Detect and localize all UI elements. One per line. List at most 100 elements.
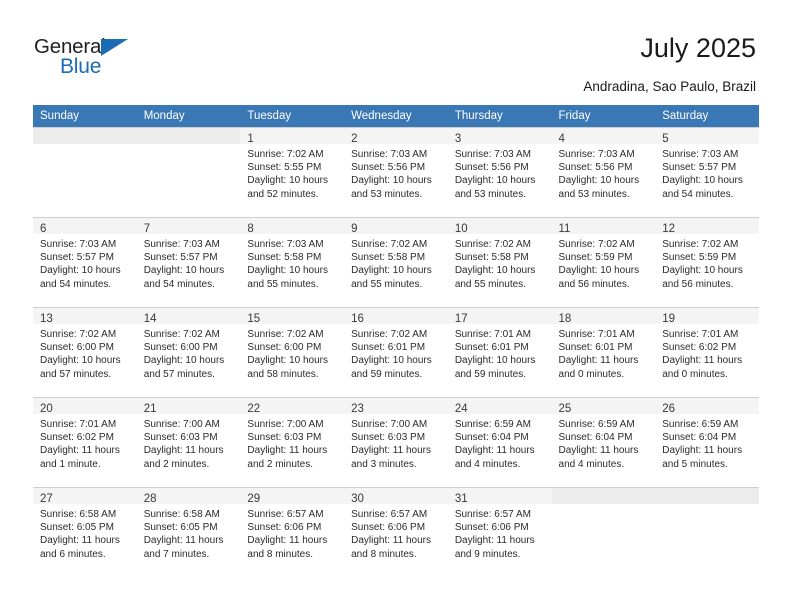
calendar-day[interactable]: 27 Sunrise: 6:58 AM Sunset: 6:05 PM Dayligh… xyxy=(33,487,137,577)
calendar-cell xyxy=(655,487,759,577)
day-sun-info: Sunrise: 7:03 AM Sunset: 5:57 PM Daylight:… xyxy=(33,234,137,291)
calendar-day[interactable]: 15 Sunrise: 7:02 AM Sunset: 6:00 PM Dayligh… xyxy=(240,307,345,397)
calendar-week-row: 13 Sunrise: 7:02 AM Sunset: 6:00 PM Dayligh… xyxy=(33,307,759,397)
calendar-day[interactable]: 21 Sunrise: 7:00 AM Sunset: 6:03 PM Dayligh… xyxy=(136,397,241,487)
daylight-text-line1: Daylight: 10 hours xyxy=(143,265,225,277)
day-sun-info: Sunrise: 7:03 AM Sunset: 5:56 PM Daylight:… xyxy=(448,144,552,201)
daylight-text-line1: Daylight: 11 hours xyxy=(454,535,535,547)
calendar-cell: 5 Sunrise: 7:03 AM Sunset: 5:57 PM Daylight… xyxy=(655,127,759,217)
sunrise-text: Sunrise: 7:03 AM xyxy=(558,149,635,160)
calendar-day[interactable]: 14 Sunrise: 7:02 AM Sunset: 6:00 PM Dayligh… xyxy=(136,307,241,397)
calendar-day[interactable]: 1 Sunrise: 7:02 AM Sunset: 5:55 PM Daylight… xyxy=(240,127,345,217)
sunrise-text: Sunrise: 7:00 AM xyxy=(351,419,428,430)
calendar-day[interactable]: 20 Sunrise: 7:01 AM Sunset: 6:02 PM Dayligh… xyxy=(33,397,137,487)
calendar-day[interactable]: 16 Sunrise: 7:02 AM Sunset: 6:01 PM Dayligh… xyxy=(344,307,448,397)
day-number-bar: 30 xyxy=(344,488,448,505)
sunset-text: Sunset: 6:03 PM xyxy=(247,432,322,444)
day-number-bar: 4 xyxy=(551,128,656,145)
sunset-text: Sunset: 6:00 PM xyxy=(247,342,322,354)
day-number-bar: 5 xyxy=(655,128,759,145)
daylight-text-line2: and 2 minutes. xyxy=(143,458,210,470)
sunrise-text: Sunrise: 6:58 AM xyxy=(143,509,220,520)
calendar-day[interactable]: 4 Sunrise: 7:03 AM Sunset: 5:56 PM Daylight… xyxy=(551,127,656,217)
day-number-bar: 10 xyxy=(447,218,552,235)
calendar-day[interactable]: 31 Sunrise: 6:57 AM Sunset: 6:06 PM Dayligh… xyxy=(447,487,552,577)
calendar-day[interactable]: 26 Sunrise: 6:59 AM Sunset: 6:04 PM Dayligh… xyxy=(655,397,759,487)
day-number-bar: 11 xyxy=(551,218,656,235)
sunrise-text: Sunrise: 7:02 AM xyxy=(40,329,117,340)
daylight-text-line2: and 4 minutes. xyxy=(558,458,625,470)
day-number: 6 xyxy=(40,223,47,235)
day-sun-info: Sunrise: 7:03 AM Sunset: 5:57 PM Daylight:… xyxy=(137,234,241,291)
calendar-day[interactable]: 11 Sunrise: 7:02 AM Sunset: 5:59 PM Dayligh… xyxy=(551,217,656,307)
calendar-day[interactable]: 6 Sunrise: 7:03 AM Sunset: 5:57 PM Daylight… xyxy=(33,217,137,307)
calendar-cell: 13 Sunrise: 7:02 AM Sunset: 6:00 PM Dayligh… xyxy=(33,307,137,397)
calendar-cell: 18 Sunrise: 7:01 AM Sunset: 6:01 PM Dayligh… xyxy=(551,307,656,397)
daylight-text-line1: Daylight: 11 hours xyxy=(40,535,120,547)
calendar-day[interactable]: 18 Sunrise: 7:01 AM Sunset: 6:01 PM Dayligh… xyxy=(551,307,656,397)
calendar-day[interactable]: 12 Sunrise: 7:02 AM Sunset: 5:59 PM Dayligh… xyxy=(655,217,759,307)
sunrise-text: Sunrise: 7:02 AM xyxy=(143,329,220,340)
calendar-day[interactable]: 23 Sunrise: 7:00 AM Sunset: 6:03 PM Dayligh… xyxy=(344,397,448,487)
calendar-cell: 1 Sunrise: 7:02 AM Sunset: 5:55 PM Daylight… xyxy=(240,127,345,217)
day-number-bar: 13 xyxy=(33,308,137,325)
day-sun-info: Sunrise: 7:03 AM Sunset: 5:56 PM Daylight:… xyxy=(552,144,656,201)
sunset-text: Sunset: 5:56 PM xyxy=(351,162,426,174)
daylight-text-line1: Daylight: 10 hours xyxy=(247,265,329,277)
daylight-text-line2: and 52 minutes. xyxy=(247,188,319,200)
sunset-text: Sunset: 5:59 PM xyxy=(662,252,737,264)
daylight-text-line2: and 54 minutes. xyxy=(662,188,734,200)
logo-text-blue: Blue xyxy=(60,55,102,78)
calendar-cell: 19 Sunrise: 7:01 AM Sunset: 6:02 PM Dayligh… xyxy=(655,307,759,397)
calendar-day[interactable]: 19 Sunrise: 7:01 AM Sunset: 6:02 PM Dayligh… xyxy=(655,307,759,397)
day-sun-info: Sunrise: 6:59 AM Sunset: 6:04 PM Daylight:… xyxy=(655,414,759,471)
calendar-day[interactable]: 25 Sunrise: 6:59 AM Sunset: 6:04 PM Dayligh… xyxy=(551,397,656,487)
calendar-day[interactable]: 3 Sunrise: 7:03 AM Sunset: 5:56 PM Daylight… xyxy=(447,127,552,217)
daylight-text-line1: Daylight: 11 hours xyxy=(558,445,639,457)
sunset-text: Sunset: 6:02 PM xyxy=(662,342,737,354)
day-number: 14 xyxy=(143,313,157,325)
calendar-day[interactable]: 10 Sunrise: 7:02 AM Sunset: 5:58 PM Dayligh… xyxy=(447,217,552,307)
day-number: 8 xyxy=(247,223,254,235)
calendar-day[interactable]: 24 Sunrise: 6:59 AM Sunset: 6:04 PM Dayligh… xyxy=(447,397,552,487)
calendar-day[interactable]: 28 Sunrise: 6:58 AM Sunset: 6:05 PM Dayligh… xyxy=(136,487,241,577)
calendar-day[interactable]: 2 Sunrise: 7:03 AM Sunset: 5:56 PM Daylight… xyxy=(344,127,448,217)
calendar-cell: 8 Sunrise: 7:03 AM Sunset: 5:58 PM Daylight… xyxy=(240,217,345,307)
calendar-day[interactable]: 9 Sunrise: 7:02 AM Sunset: 5:58 PM Daylight… xyxy=(344,217,448,307)
day-number-bar: 16 xyxy=(344,308,448,325)
daylight-text-line2: and 7 minutes. xyxy=(143,548,210,560)
calendar-day[interactable]: 5 Sunrise: 7:03 AM Sunset: 5:57 PM Daylight… xyxy=(655,127,759,217)
calendar-cell: 28 Sunrise: 6:58 AM Sunset: 6:05 PM Dayligh… xyxy=(136,487,241,577)
general-blue-logo[interactable]: General Blue xyxy=(34,36,154,82)
calendar-day[interactable]: 17 Sunrise: 7:01 AM Sunset: 6:01 PM Dayligh… xyxy=(447,307,552,397)
calendar-day[interactable]: 29 Sunrise: 6:57 AM Sunset: 6:06 PM Dayligh… xyxy=(240,487,345,577)
day-number: 31 xyxy=(454,493,468,505)
sunrise-text: Sunrise: 7:01 AM xyxy=(558,329,635,340)
calendar-day[interactable]: 22 Sunrise: 7:00 AM Sunset: 6:03 PM Dayligh… xyxy=(240,397,345,487)
calendar-day[interactable]: 13 Sunrise: 7:02 AM Sunset: 6:00 PM Dayligh… xyxy=(33,307,137,397)
day-sun-info: Sunrise: 7:02 AM Sunset: 5:58 PM Daylight:… xyxy=(344,234,448,291)
day-number: 7 xyxy=(143,223,151,235)
sunset-text: Sunset: 5:58 PM xyxy=(351,252,426,264)
weekday-header-wednesday: Wednesday xyxy=(344,105,448,127)
calendar-day[interactable]: 7 Sunrise: 7:03 AM Sunset: 5:57 PM Daylight… xyxy=(136,217,241,307)
sunset-text: Sunset: 6:06 PM xyxy=(247,522,322,534)
day-sun-info: Sunrise: 7:00 AM Sunset: 6:03 PM Daylight:… xyxy=(137,414,241,471)
day-sun-info: Sunrise: 6:59 AM Sunset: 6:04 PM Daylight:… xyxy=(552,414,656,471)
sunrise-text: Sunrise: 6:59 AM xyxy=(558,419,635,430)
daylight-text-line1: Daylight: 10 hours xyxy=(40,265,121,277)
daylight-text-line2: and 54 minutes. xyxy=(40,278,112,290)
calendar-cell: 29 Sunrise: 6:57 AM Sunset: 6:06 PM Dayligh… xyxy=(240,487,345,577)
day-number: 12 xyxy=(662,223,676,235)
page-title: July 2025 xyxy=(640,33,756,63)
calendar-cell: 25 Sunrise: 6:59 AM Sunset: 6:04 PM Dayligh… xyxy=(551,397,656,487)
weekday-header-tuesday: Tuesday xyxy=(240,105,345,127)
calendar-cell: 11 Sunrise: 7:02 AM Sunset: 5:59 PM Dayligh… xyxy=(551,217,656,307)
calendar-day[interactable]: 8 Sunrise: 7:03 AM Sunset: 5:58 PM Daylight… xyxy=(240,217,345,307)
daylight-text-line1: Daylight: 11 hours xyxy=(454,445,535,457)
daylight-text-line1: Daylight: 10 hours xyxy=(247,355,329,367)
day-number: 3 xyxy=(454,133,462,145)
calendar-day[interactable]: 30 Sunrise: 6:57 AM Sunset: 6:06 PM Dayligh… xyxy=(344,487,448,577)
daylight-text-line1: Daylight: 10 hours xyxy=(247,175,329,187)
daylight-text-line1: Daylight: 10 hours xyxy=(454,175,536,187)
